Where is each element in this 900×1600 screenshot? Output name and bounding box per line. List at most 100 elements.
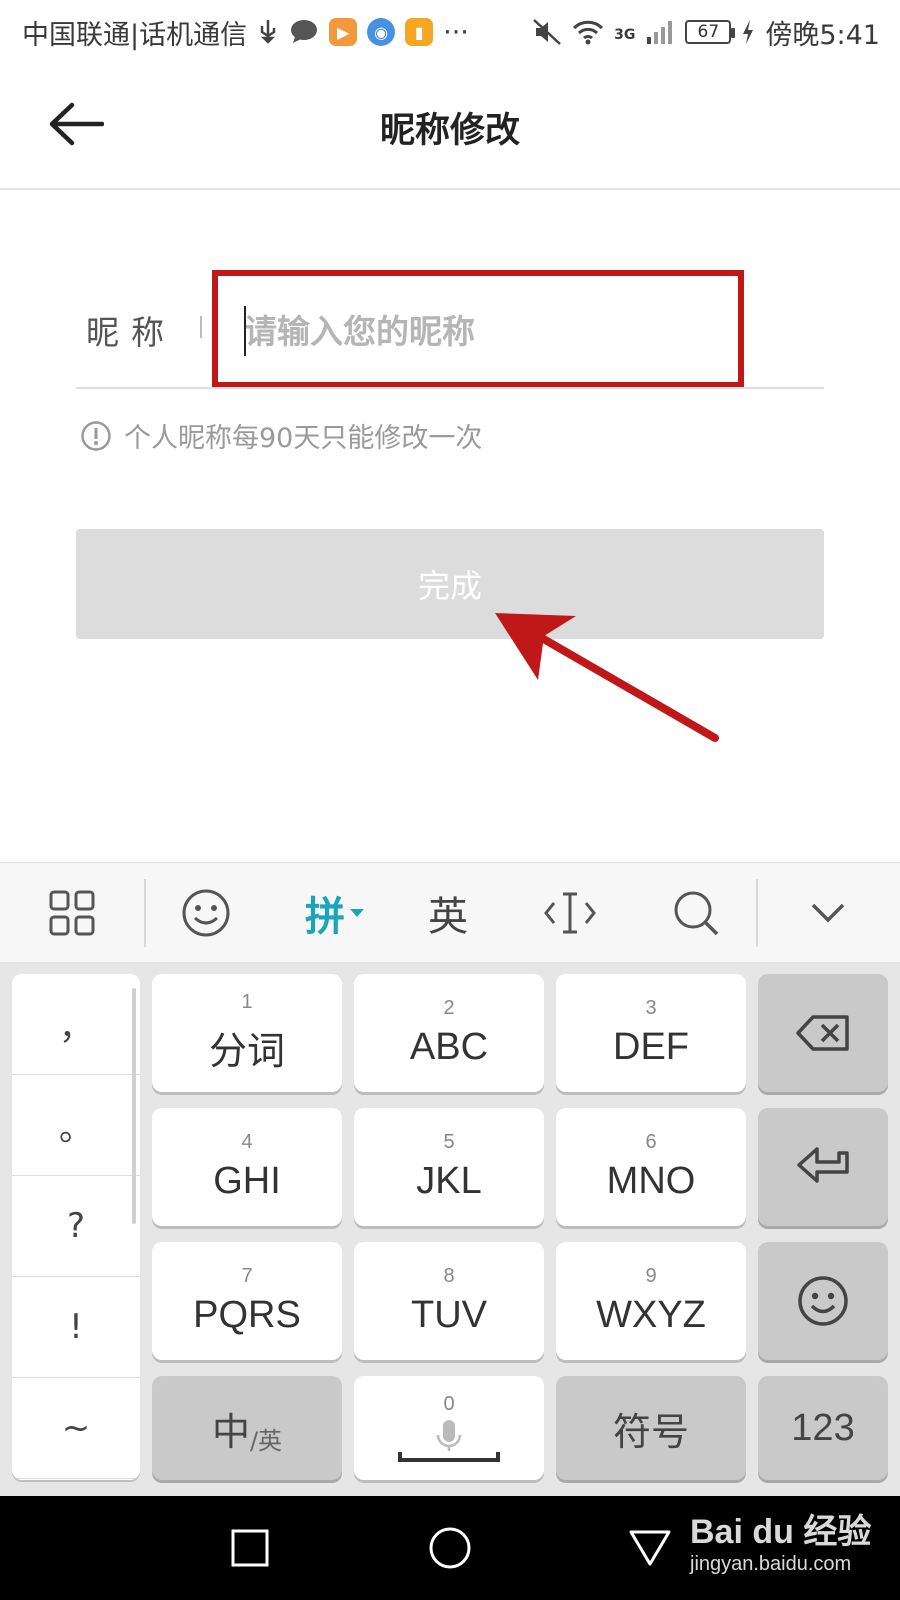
key-number: 2 (443, 997, 455, 1019)
app-header: 昵称修改 (0, 64, 900, 190)
triangle-back-icon (629, 1530, 671, 1566)
key-5[interactable]: 5 JKL (354, 1108, 544, 1226)
battery-indicator: 67 (685, 20, 736, 44)
key-3[interactable]: 3 DEF (556, 974, 746, 1092)
enter-key[interactable] (758, 1108, 888, 1226)
chat-icon (291, 20, 318, 43)
circle-icon (429, 1527, 471, 1569)
status-right: 3G 67 傍晚5:41 (532, 13, 880, 52)
toggle-label-group: 中 /英 (212, 1401, 282, 1456)
key-number: 4 (241, 1131, 253, 1153)
grid-icon (49, 890, 95, 936)
punct-tilde-key[interactable]: ~ (12, 1378, 140, 1479)
t9-keyboard: ， 。 ? ! ~ 1 分词 2 ABC 3 DEF 4 GHI 5 JKL 6… (0, 962, 900, 1496)
key-1[interactable]: 1 分词 (152, 974, 342, 1092)
nickname-label: 昵称 (86, 313, 176, 352)
video-app-icon: ▶ (329, 18, 358, 46)
chinese-english-toggle-key[interactable]: 中 /英 (152, 1376, 342, 1480)
key-number: 1 (241, 991, 253, 1013)
watermark-url: jingyan.baidu.com (690, 1553, 852, 1575)
label-separator (200, 316, 202, 338)
toolbar-english-button[interactable]: 英 (398, 863, 498, 963)
carrier-text: 中国联通|话机通信 (22, 19, 248, 51)
toggle-chinese-label: 中 (211, 1409, 250, 1454)
recent-apps-button[interactable] (190, 1496, 310, 1600)
key-number: 6 (645, 1131, 657, 1153)
emoji-icon (182, 889, 230, 937)
toolbar-separator (144, 879, 146, 947)
symbols-key[interactable]: 符号 (556, 1376, 746, 1480)
search-icon (674, 891, 719, 936)
status-bar: 中国联通|话机通信 ▶ ◉ ▮ ··· 3G 67 傍晚5:41 (0, 0, 900, 64)
punctuation-column: ， 。 ? ! ~ (12, 974, 140, 1480)
key-9[interactable]: 9 WXYZ (556, 1242, 746, 1360)
mute-icon (533, 19, 561, 45)
wifi-icon (573, 20, 604, 45)
punct-comma-key[interactable]: ， (12, 974, 140, 1075)
key-label: PQRS (193, 1294, 301, 1336)
square-icon (231, 1529, 269, 1567)
space-key[interactable]: 0 (354, 1376, 544, 1480)
toolbar-collapse-button[interactable] (778, 863, 878, 963)
toolbar-separator (756, 879, 758, 947)
toolbar-pinyin-button[interactable]: 拼 (280, 863, 390, 963)
key-label: TUV (411, 1294, 487, 1336)
chevron-down-icon (811, 903, 845, 923)
key-label: ABC (409, 1026, 489, 1068)
key-4[interactable]: 4 GHI (152, 1108, 342, 1226)
numbers-key[interactable]: 123 (758, 1376, 888, 1480)
key-label: 分词 (208, 1029, 285, 1073)
punctuation-scrollbar[interactable] (132, 988, 136, 1224)
more-notifications: ··· (443, 16, 469, 48)
key-label: JKL (416, 1160, 482, 1202)
network-type: 3G (614, 26, 636, 43)
backspace-icon (796, 1015, 849, 1051)
watermark-brand: Bai du 经验 (690, 1513, 872, 1551)
nickname-input[interactable] (244, 304, 724, 358)
backspace-key[interactable] (758, 974, 888, 1092)
nickname-hint: 个人昵称每90天只能修改一次 (80, 416, 482, 455)
annotation-arrow-icon (495, 613, 719, 742)
status-left: 中国联通|话机通信 ▶ ◉ ▮ ··· (22, 13, 469, 52)
punct-question-key[interactable]: ? (12, 1176, 140, 1277)
key-label: DEF (613, 1026, 689, 1068)
punct-exclaim-key[interactable]: ! (12, 1277, 140, 1378)
enter-icon (797, 1147, 849, 1183)
key-7[interactable]: 7 PQRS (152, 1242, 342, 1360)
battery-level: 67 (697, 22, 720, 42)
key-number: 9 (645, 1265, 657, 1287)
key-label: GHI (213, 1160, 281, 1202)
pinyin-label: 拼 (305, 894, 345, 940)
toggle-english-label: /英 (249, 1426, 283, 1455)
toolbar-menu-button[interactable] (22, 863, 122, 963)
info-icon (81, 420, 111, 451)
clock-text: 傍晚5:41 (765, 19, 880, 51)
navigation-bar: Bai du 经验 jingyan.baidu.com (0, 1496, 900, 1600)
toolbar-search-button[interactable] (646, 863, 746, 963)
home-button[interactable] (390, 1496, 510, 1600)
toolbar-cursor-button[interactable] (520, 863, 620, 963)
keyboard-toolbar: 拼 英 (0, 862, 900, 962)
toolbar-emoji-button[interactable] (156, 863, 256, 963)
english-label: 英 (428, 894, 468, 940)
key-label: WXYZ (596, 1294, 706, 1336)
emoji-key[interactable] (758, 1242, 888, 1360)
hint-text: 个人昵称每90天只能修改一次 (124, 423, 483, 454)
nickname-input-highlight (212, 270, 744, 388)
signal-icon (647, 21, 673, 44)
input-underline (76, 387, 824, 389)
charging-icon (743, 20, 754, 44)
text-caret (244, 306, 246, 356)
key-number: 3 (645, 997, 657, 1019)
cursor-icon (544, 892, 596, 934)
usb-icon (260, 20, 276, 44)
key-number: 0 (443, 1392, 455, 1415)
baidu-watermark: Bai du 经验 jingyan.baidu.com (690, 1504, 871, 1576)
emoji-icon (798, 1276, 848, 1326)
key-number: 7 (241, 1265, 253, 1287)
key-6[interactable]: 6 MNO (556, 1108, 746, 1226)
key-2[interactable]: 2 ABC (354, 974, 544, 1092)
notes-app-icon: ▮ (405, 18, 434, 46)
key-8[interactable]: 8 TUV (354, 1242, 544, 1360)
punct-period-key[interactable]: 。 (12, 1075, 140, 1176)
